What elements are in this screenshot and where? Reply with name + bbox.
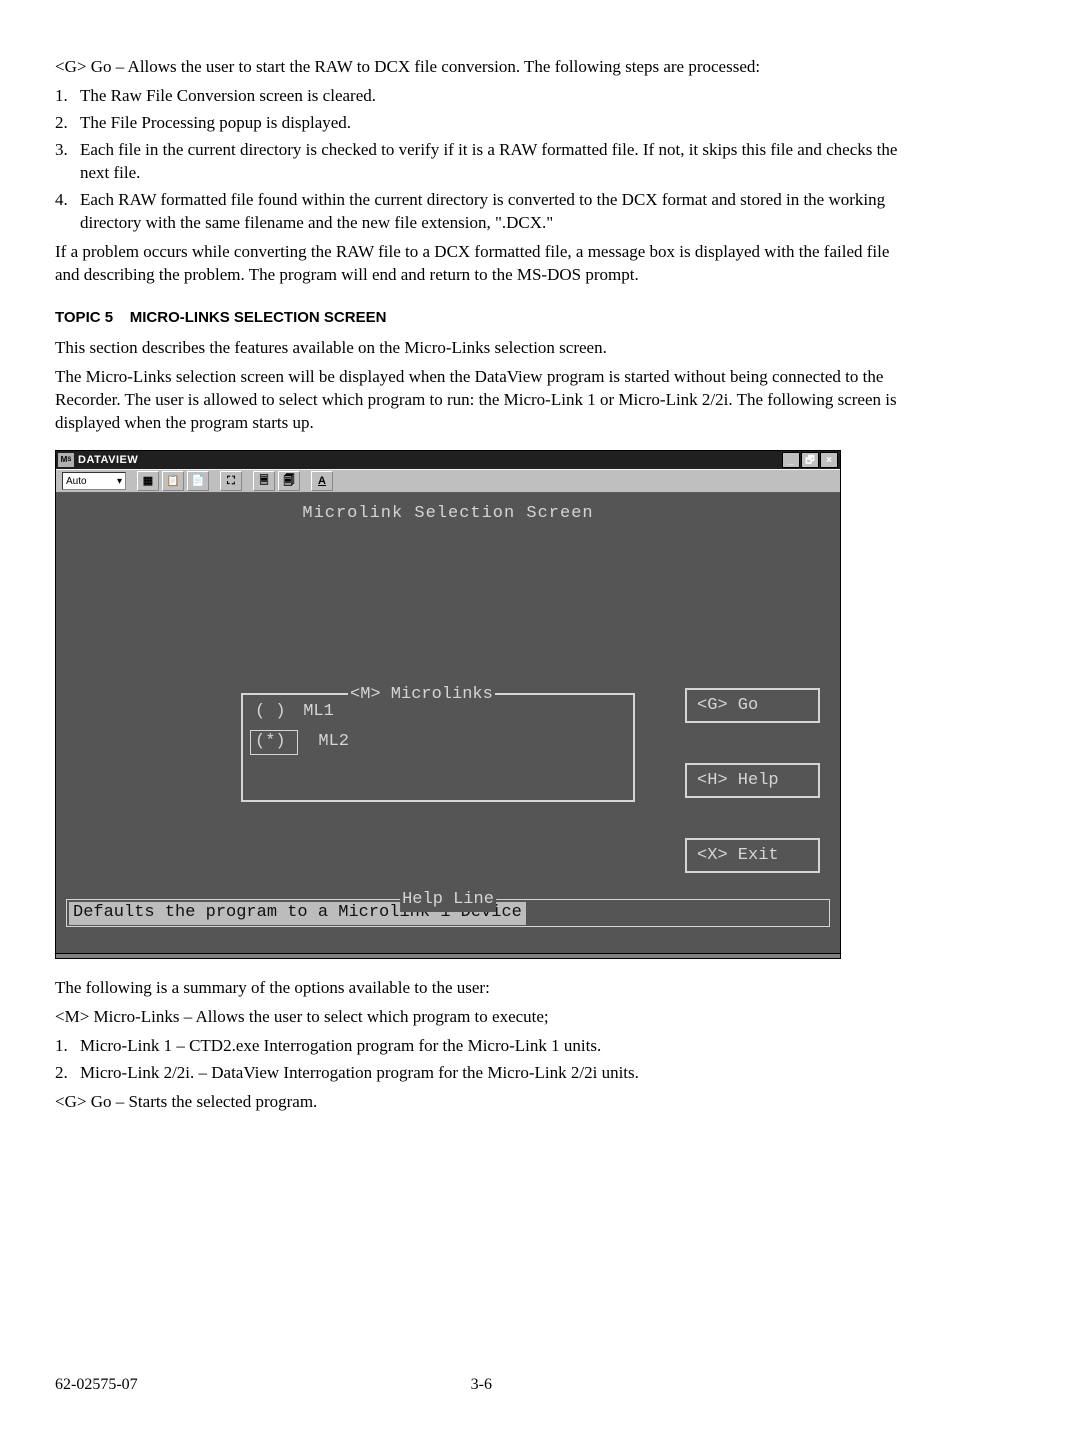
toolbar-button-a[interactable]: A <box>311 471 333 491</box>
close-button[interactable]: × <box>820 452 838 468</box>
minimize-button[interactable]: _ <box>782 452 800 468</box>
font-size-select[interactable]: Auto▾ <box>62 472 126 490</box>
go-intro: <G> Go – Allows the user to start the RA… <box>55 56 915 79</box>
radio-ml1[interactable]: ( ) <box>255 701 293 724</box>
microlinks-label: <M> Microlinks <box>348 684 495 707</box>
statusbar <box>56 953 840 958</box>
summary-intro: The following is a summary of the option… <box>55 977 915 1000</box>
step-2: 2. The File Processing popup is displaye… <box>55 112 915 135</box>
step-4: 4. Each RAW formatted file found within … <box>55 189 915 235</box>
help-button[interactable]: <H> Help <box>685 763 820 798</box>
topic-title: MICRO-LINKS SELECTION SCREEN <box>130 309 387 326</box>
after-item-1: 1. Micro-Link 1 – CTD2.exe Interrogation… <box>55 1035 915 1058</box>
exit-button[interactable]: <X> Exit <box>685 838 820 873</box>
toolbar-button-2[interactable]: 📋 <box>162 471 184 491</box>
footer-center: 3-6 <box>471 1374 492 1396</box>
g-line: <G> Go – Starts the selected program. <box>55 1091 915 1114</box>
app-icon: MS <box>58 453 74 467</box>
screen-title: Microlink Selection Screen <box>64 503 832 526</box>
go-button[interactable]: <G> Go <box>685 688 820 723</box>
help-line-box: Help Line Defaults the program to a Micr… <box>66 899 830 927</box>
toolbar-button-4[interactable]: ⛶ <box>220 471 242 491</box>
dos-screen: Microlink Selection Screen <M> Microlink… <box>56 493 840 953</box>
option-ml2[interactable]: (*) ML2 <box>255 730 633 755</box>
chevron-down-icon: ▾ <box>117 475 122 489</box>
toolbar-button-5[interactable]: 🗏 <box>253 471 275 491</box>
topic-p2: The Micro-Links selection screen will be… <box>55 366 915 435</box>
toolbar-button-1[interactable]: ▦ <box>137 471 159 491</box>
toolbar-button-6[interactable]: 🗐 <box>278 471 300 491</box>
problem-paragraph: If a problem occurs while converting the… <box>55 241 915 287</box>
footer-left: 62-02575-07 <box>55 1374 138 1396</box>
dataview-window: MS DATAVIEW _ 🗗 × Auto▾ ▦ 📋 📄 ⛶ 🗏 🗐 A Mi… <box>55 450 841 959</box>
topic-p1: This section describes the features avai… <box>55 337 915 360</box>
radio-ml2[interactable]: (*) <box>250 730 298 755</box>
microlinks-box: <M> Microlinks ( ) ML1 (*) ML2 <box>241 693 635 802</box>
after-item-2: 2. Micro-Link 2/2i. – DataView Interroga… <box>55 1062 915 1085</box>
maximize-button[interactable]: 🗗 <box>801 452 819 468</box>
titlebar: MS DATAVIEW _ 🗗 × <box>56 451 840 469</box>
toolbar: Auto▾ ▦ 📋 📄 ⛶ 🗏 🗐 A <box>56 469 840 493</box>
step-1: 1. The Raw File Conversion screen is cle… <box>55 85 915 108</box>
toolbar-button-3[interactable]: 📄 <box>187 471 209 491</box>
window-title: DATAVIEW <box>78 453 781 468</box>
page-footer: 62-02575-07 3-6 <box>55 1374 915 1396</box>
help-line-label: Help Line <box>400 889 496 912</box>
opt1-label: ML1 <box>303 702 334 721</box>
opt2-label: ML2 <box>318 732 349 751</box>
step-3: 3. Each file in the current directory is… <box>55 139 915 185</box>
topic-number: TOPIC 5 <box>55 309 113 326</box>
m-line: <M> Micro-Links – Allows the user to sel… <box>55 1006 915 1029</box>
